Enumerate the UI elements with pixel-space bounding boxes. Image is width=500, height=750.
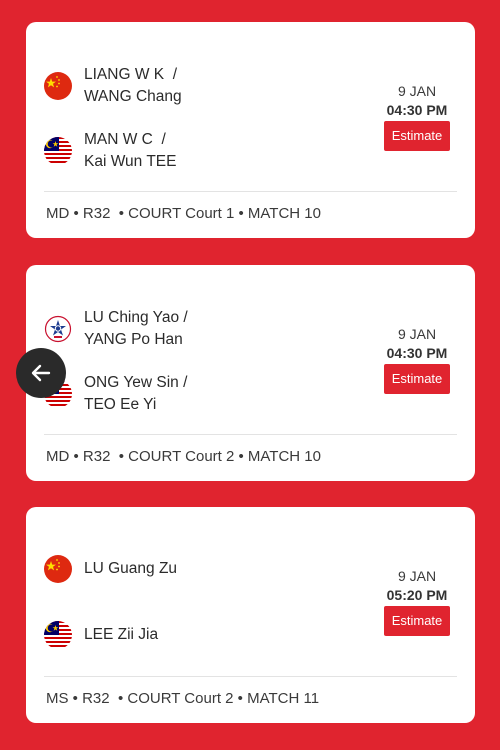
player-name: TEO Ee Yi	[84, 396, 157, 413]
match-card: LIANG W K / WANG Chang MAN W C / Kai Wun…	[26, 22, 475, 238]
match-card: LU Ching Yao / YANG Po Han ONG Yew Sin /…	[26, 265, 475, 481]
chinese-taipei-flag-icon	[44, 315, 72, 343]
estimate-button[interactable]: Estimate	[384, 606, 450, 636]
arrow-left-icon	[31, 364, 51, 382]
team-1: LU Guang Zu	[44, 555, 177, 583]
team-2: LEE Zii Jia	[44, 621, 158, 649]
match-time: 05:20 PM	[386, 587, 448, 603]
divider	[44, 434, 457, 435]
team-2: ONG Yew Sin / TEO Ee Yi	[44, 372, 187, 416]
divider	[44, 676, 457, 677]
player-name: LIANG W K /	[84, 66, 178, 83]
match-time: 04:30 PM	[386, 102, 448, 118]
team-1-players: LU Ching Yao / YANG Po Han	[84, 307, 188, 351]
player-name: MAN W C /	[84, 131, 166, 148]
match-meta: MS • R32 • COURT Court 2 • MATCH 11	[46, 690, 320, 707]
player-name: Kai Wun TEE	[84, 153, 177, 170]
player-name: LU Guang Zu	[84, 560, 178, 577]
player-name: YANG Po Han	[84, 331, 183, 348]
malaysia-flag-icon	[44, 621, 72, 649]
match-schedule: 9 JAN 04:30 PM Estimate	[383, 82, 451, 151]
match-schedule: 9 JAN 04:30 PM Estimate	[383, 325, 451, 394]
match-meta: MD • R32 • COURT Court 2 • MATCH 10	[46, 448, 321, 465]
match-card: LU Guang Zu LEE Zii Jia 9 JAN 05:20 PM E…	[26, 507, 475, 723]
match-time: 04:30 PM	[386, 345, 448, 361]
player-name: ONG Yew Sin /	[84, 374, 188, 391]
match-date: 9 JAN	[397, 326, 437, 342]
estimate-button[interactable]: Estimate	[384, 121, 450, 151]
china-flag-icon	[44, 72, 72, 100]
estimate-button[interactable]: Estimate	[384, 364, 450, 394]
match-date: 9 JAN	[397, 568, 437, 584]
player-name: LU Ching Yao /	[84, 309, 188, 326]
china-flag-icon	[44, 555, 72, 583]
match-meta: MD • R32 • COURT Court 1 • MATCH 10	[46, 205, 321, 222]
player-name: WANG Chang	[84, 88, 182, 105]
back-button[interactable]	[16, 348, 66, 398]
team-2-players: MAN W C / Kai Wun TEE	[84, 129, 176, 173]
team-1: LIANG W K / WANG Chang	[44, 64, 182, 108]
team-1-players: LU Guang Zu	[84, 558, 177, 580]
malaysia-flag-icon	[44, 137, 72, 165]
team-2-players: ONG Yew Sin / TEO Ee Yi	[84, 372, 187, 416]
match-schedule: 9 JAN 05:20 PM Estimate	[383, 567, 451, 636]
team-1: LU Ching Yao / YANG Po Han	[44, 307, 188, 351]
team-2-players: LEE Zii Jia	[84, 624, 158, 646]
team-1-players: LIANG W K / WANG Chang	[84, 64, 182, 108]
player-name: LEE Zii Jia	[84, 626, 159, 643]
team-2: MAN W C / Kai Wun TEE	[44, 129, 176, 173]
divider	[44, 191, 457, 192]
match-date: 9 JAN	[397, 83, 437, 99]
